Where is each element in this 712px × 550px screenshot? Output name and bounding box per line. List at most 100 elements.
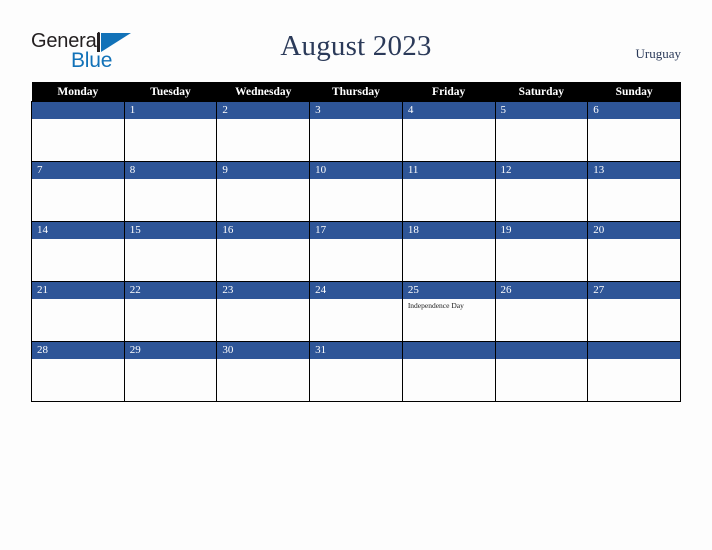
calendar-day-cell[interactable]: 22 <box>123 281 218 342</box>
day-number: 6 <box>588 102 680 119</box>
calendar-day-cell[interactable]: 15 <box>123 221 218 282</box>
weekday-header-saturday: Saturday <box>495 82 588 102</box>
day-cell-content: 29 <box>124 342 217 401</box>
day-number: 22 <box>124 282 217 299</box>
calendar-day-cell[interactable]: 26 <box>494 281 589 342</box>
day-cell-content: 16 <box>217 222 310 281</box>
day-cell-content: 19 <box>495 222 588 281</box>
day-cell-content: 20 <box>588 222 680 281</box>
day-cell-content: 27 <box>588 282 680 341</box>
day-number: 14 <box>32 222 124 239</box>
holiday-label: Independence Day <box>407 301 464 310</box>
calendar-day-cell[interactable]: 23 <box>216 281 311 342</box>
day-number: 2 <box>217 102 310 119</box>
calendar-week-row: 7 8 9 10 11 12 13 <box>31 161 681 222</box>
calendar-day-cell[interactable]: 30 <box>216 341 311 402</box>
calendar-day-cell[interactable] <box>494 341 589 402</box>
day-cell-content: 3 <box>310 102 402 161</box>
calendar-day-cell[interactable]: 8 <box>123 161 218 222</box>
day-cell-content: 1 <box>124 102 217 161</box>
day-number: 9 <box>217 162 310 179</box>
calendar-day-cell[interactable] <box>401 341 496 402</box>
calendar-day-cell[interactable]: 6 <box>587 101 681 162</box>
calendar-day-cell[interactable]: 13 <box>587 161 681 222</box>
day-cell-content: 24 <box>310 282 402 341</box>
day-number <box>588 342 680 359</box>
calendar-day-cell[interactable]: 17 <box>309 221 403 282</box>
day-cell-content: 7 <box>32 162 124 221</box>
calendar-day-cell[interactable]: 16 <box>216 221 311 282</box>
day-cell-content: 12 <box>495 162 588 221</box>
day-cell-content: 31 <box>310 342 402 401</box>
day-number: 7 <box>32 162 124 179</box>
weekday-header-friday: Friday <box>402 82 496 102</box>
calendar-day-cell[interactable]: 19 <box>494 221 589 282</box>
calendar-day-cell[interactable]: 29 <box>123 341 218 402</box>
calendar-day-cell[interactable]: 21 <box>31 281 125 342</box>
calendar-day-cell[interactable] <box>31 101 125 162</box>
calendar-page: General Blue August 2023 Uruguay Monday … <box>0 0 712 550</box>
day-number: 8 <box>124 162 217 179</box>
day-number: 29 <box>124 342 217 359</box>
day-cell-content: 26 <box>495 282 588 341</box>
day-number <box>402 342 495 359</box>
day-number: 21 <box>32 282 124 299</box>
day-cell-content: 5 <box>495 102 588 161</box>
day-cell-content: 14 <box>32 222 124 281</box>
country-label: Uruguay <box>635 46 682 61</box>
calendar-day-cell[interactable]: 24 <box>309 281 403 342</box>
weekday-header-sunday: Sunday <box>587 82 681 102</box>
calendar-week-row: 21 22 23 24 25 Independence Day 26 27 <box>31 281 681 342</box>
calendar-day-cell[interactable]: 4 <box>401 101 496 162</box>
calendar-day-cell[interactable]: 31 <box>309 341 403 402</box>
day-cell-content: 2 <box>217 102 310 161</box>
day-cell-content: 30 <box>217 342 310 401</box>
calendar-day-cell[interactable]: 1 <box>123 101 218 162</box>
calendar-day-cell[interactable]: 20 <box>587 221 681 282</box>
day-cell-content: 23 <box>217 282 310 341</box>
calendar-day-cell[interactable]: 5 <box>494 101 589 162</box>
calendar-day-cell[interactable]: 25 Independence Day <box>401 281 496 342</box>
month-calendar-table: Monday Tuesday Wednesday Thursday Friday… <box>31 82 681 402</box>
day-cell-content: 21 <box>32 282 124 341</box>
calendar-day-cell[interactable]: 18 <box>401 221 496 282</box>
day-number: 18 <box>402 222 495 239</box>
calendar-day-cell[interactable]: 2 <box>216 101 311 162</box>
day-cell-content <box>402 342 495 401</box>
day-cell-content: 9 <box>217 162 310 221</box>
calendar-day-cell[interactable]: 27 <box>587 281 681 342</box>
day-number: 10 <box>310 162 402 179</box>
calendar-day-cell[interactable]: 11 <box>401 161 496 222</box>
calendar-day-cell[interactable]: 7 <box>31 161 125 222</box>
calendar-day-cell[interactable]: 12 <box>494 161 589 222</box>
day-number: 4 <box>402 102 495 119</box>
calendar-day-cell[interactable]: 9 <box>216 161 311 222</box>
day-cell-content: 4 <box>402 102 495 161</box>
day-number: 20 <box>588 222 680 239</box>
day-cell-content: 22 <box>124 282 217 341</box>
day-number: 26 <box>495 282 588 299</box>
day-cell-content: 15 <box>124 222 217 281</box>
calendar-week-row: 14 15 16 17 18 19 20 <box>31 221 681 282</box>
day-number: 13 <box>588 162 680 179</box>
day-cell-content: 25 Independence Day <box>402 282 495 341</box>
calendar-day-cell[interactable] <box>587 341 681 402</box>
weekday-header-monday: Monday <box>31 82 125 102</box>
day-number: 1 <box>124 102 217 119</box>
weekday-header-thursday: Thursday <box>309 82 403 102</box>
day-number: 23 <box>217 282 310 299</box>
day-number: 19 <box>495 222 588 239</box>
day-number: 31 <box>310 342 402 359</box>
weekday-header-tuesday: Tuesday <box>124 82 217 102</box>
page-header: General Blue August 2023 Uruguay <box>0 0 712 82</box>
day-number: 5 <box>495 102 588 119</box>
day-number: 27 <box>588 282 680 299</box>
day-number: 25 <box>402 282 495 299</box>
calendar-day-cell[interactable]: 10 <box>309 161 403 222</box>
calendar-day-cell[interactable]: 28 <box>31 341 125 402</box>
weekday-header-wednesday: Wednesday <box>216 82 310 102</box>
calendar-day-cell[interactable]: 14 <box>31 221 125 282</box>
calendar-day-cell[interactable]: 3 <box>309 101 403 162</box>
day-number: 16 <box>217 222 310 239</box>
day-number: 15 <box>124 222 217 239</box>
